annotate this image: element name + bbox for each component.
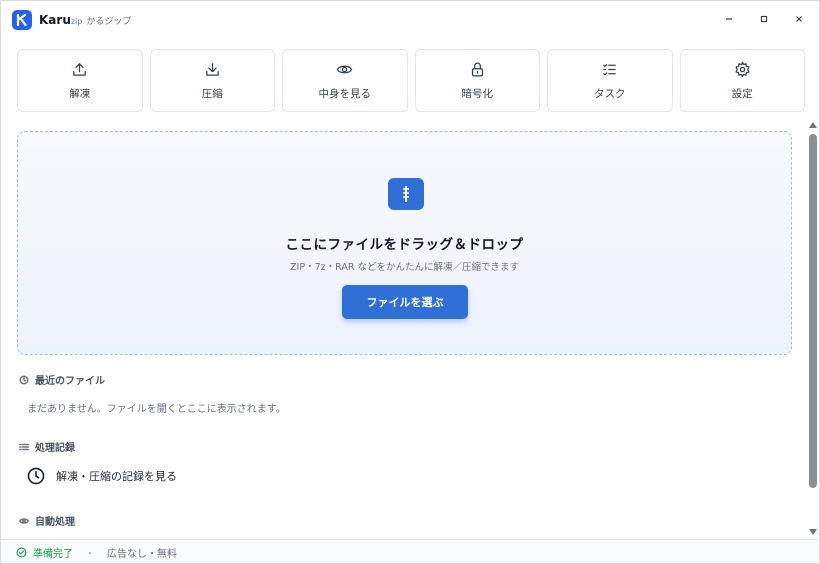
check-circle-icon (16, 547, 27, 557)
compress-label: 圧縮 (201, 87, 223, 100)
recent-files-heading-text: 最近のファイル (35, 376, 105, 387)
scroll-thumb[interactable] (809, 134, 817, 488)
title-brand-suffix: zip (70, 17, 83, 26)
scroll-down-arrow-icon[interactable] (809, 529, 817, 535)
minimize-icon (726, 18, 732, 20)
archive-zip-icon (388, 178, 424, 210)
checklist-icon (603, 63, 617, 75)
drop-zone-subtitle: ZIP・7z・RAR などをかんたんに解凍／圧縮できます (290, 262, 519, 273)
gear-icon (735, 61, 750, 77)
status-ready: 準備完了 (33, 548, 73, 560)
title-bar[interactable]: Karu zip かるジップ (1, 1, 819, 37)
view-contents-label: 中身を見る (318, 87, 372, 100)
lock-icon (471, 62, 483, 77)
list-icon (19, 443, 29, 450)
choose-file-button[interactable]: ファイルを選ぶ (342, 285, 468, 319)
close-button[interactable] (791, 11, 807, 27)
tasks-label: タスク (594, 87, 626, 100)
auto-process-heading: 自動処理 (19, 513, 75, 528)
history-heading-text: 処理記録 (35, 443, 75, 454)
status-separator: ・ (85, 548, 95, 560)
view-history-label: 解凍・圧縮の記録を見る (56, 470, 177, 483)
maximize-button[interactable] (756, 11, 772, 27)
eye-icon (337, 65, 353, 73)
settings-label: 設定 (731, 87, 753, 100)
clock-icon (19, 375, 29, 384)
encrypt-label: 暗号化 (461, 87, 494, 100)
recent-files-empty: まだありません。ファイルを開くとここに表示されます。 (27, 404, 286, 415)
extract-button[interactable]: 解凍 (17, 49, 143, 112)
close-icon (796, 16, 802, 22)
download-icon (205, 62, 219, 76)
drop-zone-title: ここにファイルをドラッグ＆ドロップ (285, 237, 524, 253)
tasks-button[interactable]: タスク (547, 49, 673, 112)
status-info: 広告なし・無料 (107, 548, 177, 560)
window-title: Karu zip かるジップ (39, 13, 131, 27)
encrypt-button[interactable]: 暗号化 (414, 49, 540, 112)
auto-process-heading-text: 自動処理 (35, 517, 75, 528)
view-contents-button[interactable]: 中身を見る (282, 49, 408, 112)
maximize-icon (760, 15, 768, 23)
status-bar: 準備完了 ・ 広告なし・無料 (1, 539, 819, 563)
settings-button[interactable]: 設定 (679, 49, 805, 112)
drop-zone[interactable]: ここにファイルをドラッグ＆ドロップ ZIP・7z・RAR などをかんたんに解凍／… (17, 131, 792, 355)
history-clock-icon (27, 467, 45, 485)
upload-icon (73, 62, 87, 76)
minimize-button[interactable] (721, 11, 737, 27)
scroll-up-arrow-icon[interactable] (809, 122, 817, 128)
app-window: Karu zip かるジップ 解凍 圧縮 中身を見る 暗号化 タスク 設定 ここ… (0, 0, 820, 564)
main-content: ここにファイルをドラッグ＆ドロップ ZIP・7z・RAR などをかんたんに解凍／… (1, 121, 807, 539)
vertical-scrollbar[interactable] (807, 121, 819, 539)
eye-small-icon (19, 517, 29, 524)
main-toolbar: 解凍 圧縮 中身を見る 暗号化 タスク 設定 (17, 49, 805, 112)
view-history-link[interactable]: 解凍・圧縮の記録を見る (26, 466, 177, 486)
history-heading: 処理記録 (19, 439, 75, 454)
extract-label: 解凍 (69, 87, 91, 100)
app-logo-icon (12, 10, 32, 30)
compress-button[interactable]: 圧縮 (149, 49, 275, 112)
title-brand: Karu (39, 13, 71, 27)
recent-files-heading: 最近のファイル (19, 372, 105, 387)
title-subtitle: かるジップ (86, 17, 132, 27)
